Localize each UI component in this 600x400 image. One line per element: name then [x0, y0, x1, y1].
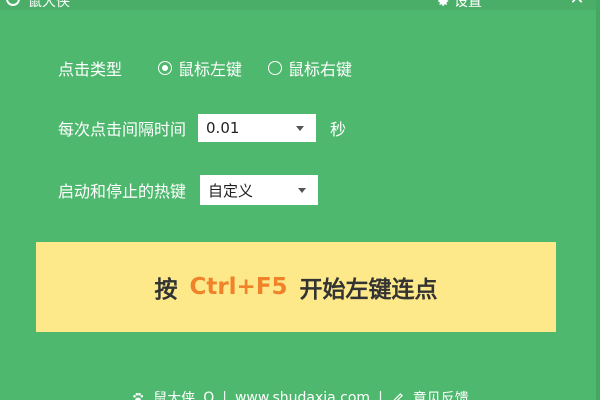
chevron-down-icon[interactable] — [296, 126, 305, 131]
window-title: 鼠大侠 — [28, 0, 70, 10]
radio-checked-icon[interactable] — [158, 61, 173, 75]
close-button[interactable]: ✕ — [566, 0, 588, 8]
click-type-label: 点击类型 — [58, 60, 123, 79]
start-hotkey: Ctrl+F5 — [189, 274, 288, 300]
paw-icon — [133, 392, 144, 400]
interval-select[interactable]: 0.01 — [198, 114, 317, 142]
window-border — [596, 0, 600, 400]
title-bar — [0, 0, 600, 10]
qq-link[interactable]: Q — [203, 390, 214, 400]
start-prefix: 按 — [154, 277, 178, 303]
interval-value: 0.01 — [206, 119, 240, 137]
app-window: 鼠大侠 设置 ✕ 点击类型 鼠标左键 鼠标右键 每次点击间隔时间 0.01 秒 — [0, 0, 600, 400]
hotkey-label: 启动和停止的热键 — [58, 182, 187, 201]
click-type-radio-group: 鼠标左键 鼠标右键 — [158, 56, 352, 80]
start-suffix: 开始左键连点 — [299, 277, 438, 303]
start-clicking-button[interactable]: 按 Ctrl+F5 开始左键连点 — [36, 242, 556, 332]
footer-brand: 鼠大侠 — [153, 391, 196, 400]
radio-left-button[interactable]: 鼠标左键 — [158, 56, 242, 80]
settings-button[interactable]: 设置 — [436, 0, 482, 11]
radio-right-label: 鼠标右键 — [288, 60, 353, 79]
radio-left-label: 鼠标左键 — [178, 60, 243, 79]
chevron-down-icon[interactable] — [298, 188, 307, 193]
hotkey-row: 启动和停止的热键 自定义 — [58, 175, 319, 205]
click-type-row: 点击类型 鼠标左键 鼠标右键 — [58, 56, 352, 80]
footer-separator: | — [222, 390, 227, 400]
hotkey-select[interactable]: 自定义 — [200, 175, 319, 205]
gear-icon — [438, 0, 449, 7]
feedback-link[interactable]: 意见反馈 — [413, 388, 469, 400]
interval-label: 每次点击间隔时间 — [58, 120, 187, 139]
radio-right-button[interactable]: 鼠标右键 — [268, 56, 352, 80]
radio-unchecked-icon[interactable] — [268, 61, 283, 75]
feedback-icon[interactable] — [391, 391, 405, 400]
hotkey-value: 自定义 — [208, 181, 254, 200]
interval-unit: 秒 — [330, 120, 347, 139]
interval-row: 每次点击间隔时间 0.01 秒 — [58, 114, 346, 142]
footer-separator: | — [378, 390, 383, 400]
footer: 鼠大侠 Q | www.shudaxia.com | 意见反馈 — [0, 383, 600, 400]
website-link[interactable]: www.shudaxia.com — [235, 390, 370, 400]
settings-label: 设置 — [454, 0, 482, 10]
